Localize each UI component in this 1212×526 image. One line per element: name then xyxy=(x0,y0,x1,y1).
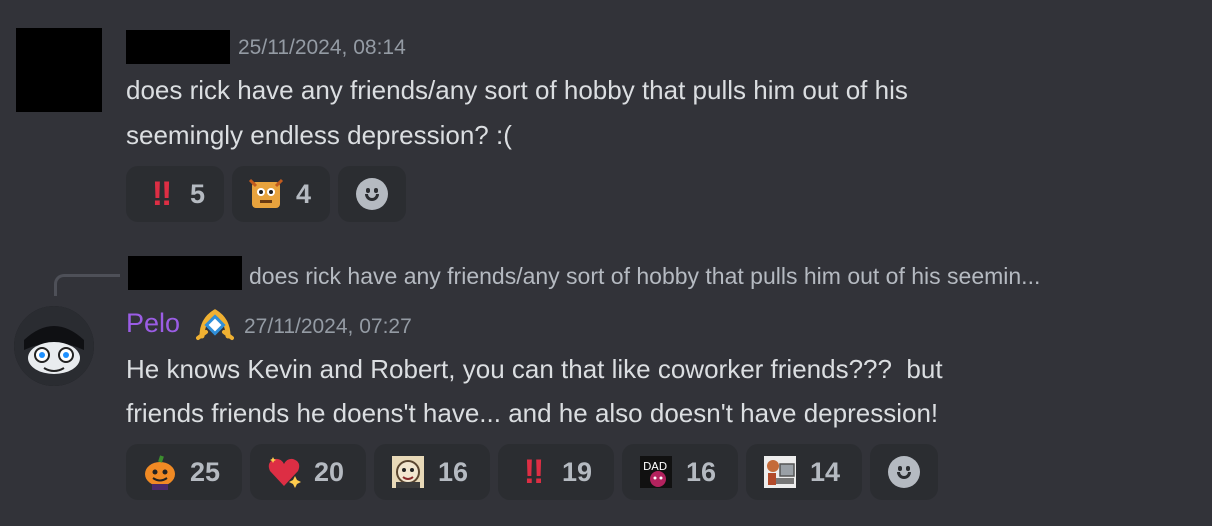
computer-character-icon xyxy=(762,454,798,490)
reply-connector-line xyxy=(54,274,120,296)
username-redacted[interactable] xyxy=(126,30,230,64)
double-exclamation-icon: ‼ xyxy=(523,452,544,491)
message-text-line-2: friends friends he doens't have... and h… xyxy=(126,398,939,428)
avatar-redacted[interactable] xyxy=(16,28,102,112)
reaction-count: 16 xyxy=(438,456,469,487)
reply-quoted-text[interactable]: does rick have any friends/any sort of h… xyxy=(249,263,1040,290)
character-avatar-icon xyxy=(14,306,94,386)
reaction-count: 19 xyxy=(562,456,593,487)
reaction-count: 4 xyxy=(296,178,312,209)
dad-character-icon: DAD xyxy=(638,454,674,490)
reaction-chip[interactable]: 25 xyxy=(126,444,242,500)
reaction-count: 16 xyxy=(686,456,717,487)
pumpkin-character-icon xyxy=(142,454,178,490)
svg-text:DAD: DAD xyxy=(643,460,667,473)
reaction-count: 14 xyxy=(810,456,841,487)
reaction-chip[interactable]: 16 xyxy=(374,444,490,500)
reaction-bar: ‼ 5 4 xyxy=(126,166,426,222)
character-face-icon xyxy=(390,454,426,490)
reaction-chip[interactable]: 14 xyxy=(746,444,862,500)
reaction-chip[interactable]: DAD 16 xyxy=(622,444,738,500)
sparkling-heart-icon xyxy=(266,454,302,490)
reaction-count: 25 xyxy=(190,456,221,487)
message-timestamp: 27/11/2024, 07:27 xyxy=(244,315,412,338)
avatar[interactable] xyxy=(14,306,94,386)
double-exclamation-icon: ‼ xyxy=(151,174,172,213)
reaction-chip[interactable]: ‼ 19 xyxy=(498,444,614,500)
message-text-line-1: does rick have any friends/any sort of h… xyxy=(126,75,908,105)
author-name[interactable]: Pelo xyxy=(126,308,180,339)
reaction-chip[interactable]: 20 xyxy=(250,444,366,500)
smiley-icon xyxy=(888,456,920,488)
add-reaction-button[interactable] xyxy=(870,444,938,500)
reaction-count: 5 xyxy=(190,178,206,209)
add-reaction-button[interactable] xyxy=(338,166,406,222)
replied-username-redacted[interactable] xyxy=(128,256,242,290)
reaction-count: 20 xyxy=(314,456,345,487)
role-badge-icon[interactable] xyxy=(196,306,234,344)
message-text-line-2: seemingly endless depression? :( xyxy=(126,120,512,150)
message-timestamp: 25/11/2024, 08:14 xyxy=(238,36,406,59)
character-sticker-icon xyxy=(248,176,284,212)
reaction-chip[interactable]: ‼ 5 xyxy=(126,166,224,222)
message-text-line-1: He knows Kevin and Robert, you can that … xyxy=(126,354,943,384)
smiley-icon xyxy=(356,178,388,210)
reaction-chip[interactable]: 4 xyxy=(232,166,330,222)
reaction-bar: 25 20 16 ‼ 19 DAD 16 14 xyxy=(126,444,946,500)
